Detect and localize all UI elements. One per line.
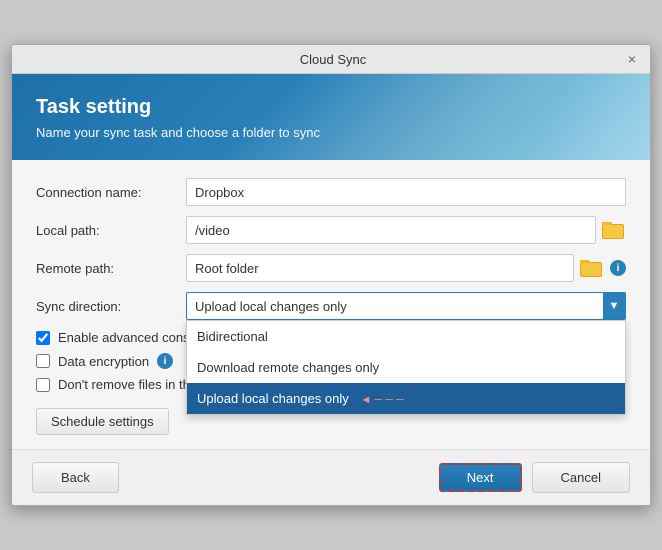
- close-button[interactable]: ×: [624, 51, 640, 67]
- footer: Back Next Cancel: [12, 449, 650, 505]
- remote-path-row: Remote path: i: [36, 254, 626, 282]
- dropdown-arrow-icon: ▼: [603, 293, 625, 319]
- footer-right: Next Cancel: [439, 462, 630, 493]
- remote-path-info-icon[interactable]: i: [610, 260, 626, 276]
- next-button[interactable]: Next: [439, 463, 522, 492]
- connection-name-field: [186, 178, 626, 206]
- data-encryption-checkbox[interactable]: [36, 354, 50, 368]
- sync-direction-row: Sync direction: Upload local changes onl…: [36, 292, 626, 320]
- remote-path-label: Remote path:: [36, 261, 186, 276]
- connection-name-input[interactable]: [186, 178, 626, 206]
- sync-direction-value: Upload local changes only: [195, 299, 347, 314]
- sync-direction-dropdown[interactable]: Upload local changes only ▼ Bidirectiona…: [186, 292, 626, 320]
- remote-path-field: i: [186, 254, 626, 282]
- data-encryption-info-icon[interactable]: i: [157, 353, 173, 369]
- dropdown-option-upload[interactable]: Upload local changes only ◄ ─ ─ ─: [187, 383, 625, 414]
- remote-path-folder-icon[interactable]: [580, 257, 604, 279]
- sync-direction-selected[interactable]: Upload local changes only ▼: [186, 292, 626, 320]
- selection-arrow-icon: ◄ ─ ─ ─: [360, 394, 403, 406]
- enable-advanced-checkbox[interactable]: [36, 331, 50, 345]
- page-subtitle: Name your sync task and choose a folder …: [36, 125, 626, 140]
- sync-direction-field: Upload local changes only ▼ Bidirectiona…: [186, 292, 626, 320]
- form-content: Connection name: Local path: Re: [12, 160, 650, 449]
- sync-direction-menu: Bidirectional Download remote changes on…: [186, 320, 626, 415]
- connection-name-label: Connection name:: [36, 185, 186, 200]
- page-title: Task setting: [36, 96, 626, 119]
- window-title: Cloud Sync: [42, 52, 624, 67]
- connection-name-row: Connection name:: [36, 178, 626, 206]
- local-path-field: [186, 216, 626, 244]
- schedule-settings-button[interactable]: Schedule settings: [36, 408, 169, 435]
- local-path-input[interactable]: [186, 216, 596, 244]
- titlebar: Cloud Sync ×: [12, 45, 650, 74]
- local-path-label: Local path:: [36, 223, 186, 238]
- remote-path-input[interactable]: [186, 254, 574, 282]
- sync-direction-label: Sync direction:: [36, 299, 186, 314]
- dropdown-option-download[interactable]: Download remote changes only: [187, 352, 625, 383]
- dont-remove-checkbox[interactable]: [36, 378, 50, 392]
- local-path-row: Local path:: [36, 216, 626, 244]
- data-encryption-label: Data encryption: [58, 354, 149, 369]
- cancel-button[interactable]: Cancel: [532, 462, 630, 493]
- cloud-sync-window: Cloud Sync × Task setting Name your sync…: [11, 44, 651, 506]
- local-path-folder-icon[interactable]: [602, 219, 626, 241]
- header-banner: Task setting Name your sync task and cho…: [12, 74, 650, 160]
- dropdown-option-bidirectional[interactable]: Bidirectional: [187, 321, 625, 352]
- back-button[interactable]: Back: [32, 462, 119, 493]
